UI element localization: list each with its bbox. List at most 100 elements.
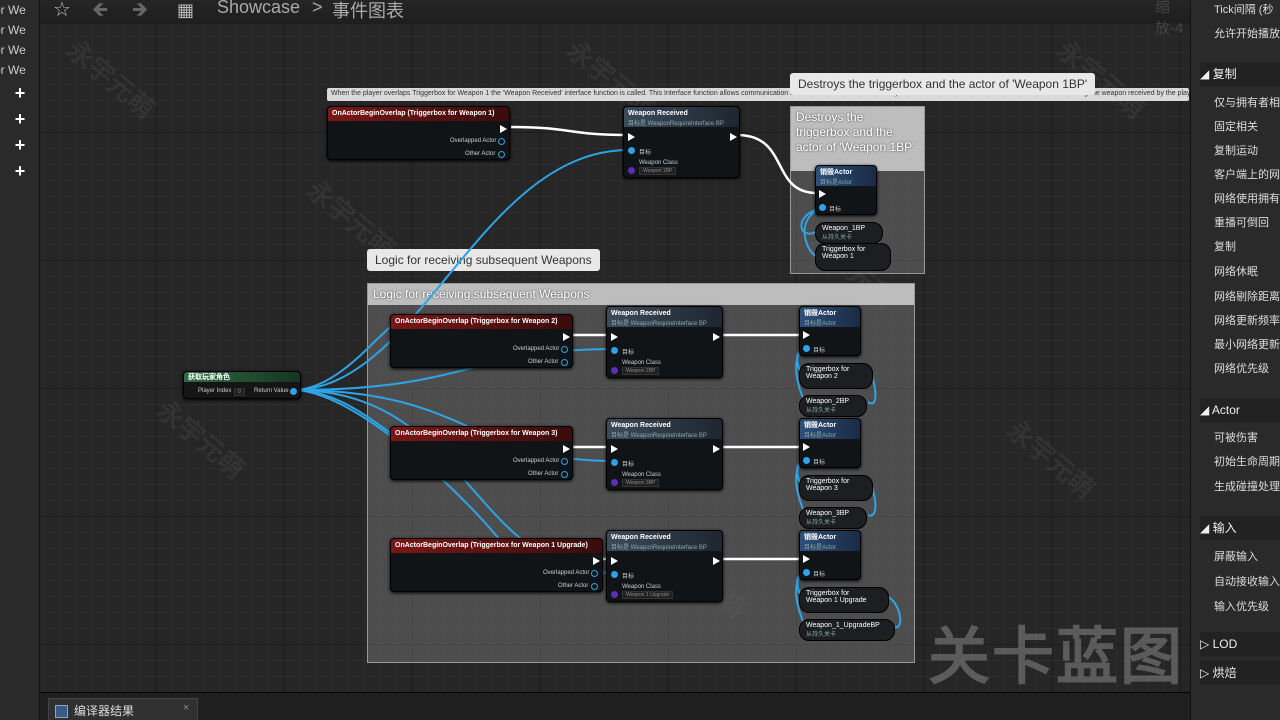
weapon3bp-ref-node[interactable]: Weapon_3BP 从持久关卡 [799, 507, 867, 529]
object-pin[interactable] [591, 570, 598, 577]
class-select[interactable]: Weapon 1BP [639, 167, 677, 175]
exec-in-pin[interactable] [803, 331, 810, 339]
add-button[interactable]: + [0, 106, 40, 132]
close-icon[interactable]: × [183, 702, 189, 714]
weapon-received-node-3[interactable]: Weapon Received 目标是 WeaponRequireInterfac… [606, 418, 723, 490]
property-label: 初始生命周期 [1214, 456, 1280, 468]
event-node-weapon2[interactable]: OnActorBeginOverlap (Triggerbox for Weap… [390, 314, 573, 368]
object-pin[interactable] [561, 359, 568, 366]
collapse-triangle-icon: ◢ [1200, 403, 1212, 417]
target-pin[interactable] [611, 347, 618, 354]
exec-in-pin[interactable] [611, 557, 618, 565]
section-input[interactable]: ◢ 输入 [1200, 516, 1280, 540]
class-select[interactable]: Weapon 1 Upgrade [622, 591, 674, 599]
player-index-input[interactable]: 0 [234, 388, 245, 396]
property-label: 仅与拥有者相 [1214, 97, 1280, 109]
target-pin[interactable] [803, 345, 810, 352]
section-replication[interactable]: ◢ 复制 [1200, 62, 1280, 86]
pin-label: Other Actor [465, 151, 496, 157]
class-pin[interactable] [611, 591, 618, 598]
target-pin[interactable] [611, 571, 618, 578]
pin-label: Overlapped Actor [513, 346, 560, 352]
destroy-actor-node-4[interactable]: 销毁Actor 目标是Actor 目标 [799, 530, 861, 580]
variables-strip: or We or We or We or We + + + + [0, 0, 40, 720]
exec-in-pin[interactable] [803, 555, 810, 563]
class-select[interactable]: Weapon 3BP [622, 479, 660, 487]
exec-out-pin[interactable] [713, 557, 720, 565]
back-arrow-icon[interactable]: 🡸 [92, 0, 108, 20]
triggerbox1-ref-node[interactable]: Triggerbox for Weapon 1 [815, 243, 891, 271]
exec-out-pin[interactable] [500, 125, 507, 133]
exec-in-pin[interactable] [611, 445, 618, 453]
add-button[interactable]: + [0, 132, 40, 158]
object-pin[interactable] [561, 346, 568, 353]
section-lod[interactable]: ▷ LOD [1200, 632, 1280, 656]
weapon-received-node-4[interactable]: Weapon Received 目标是 WeaponRequireInterfac… [606, 530, 723, 602]
object-pin[interactable] [561, 458, 568, 465]
variable-item[interactable]: or We [0, 20, 40, 40]
add-button[interactable]: + [0, 158, 40, 184]
destroy-comment-bubble[interactable]: Destroys the triggerbox and the actor of… [790, 73, 1096, 95]
class-select[interactable]: Weapon 2BP [622, 367, 660, 375]
get-player-character-node[interactable]: 获取玩家角色 Player Index 0 Return Value [183, 371, 301, 399]
triggerbox2-ref-node[interactable]: Triggerbox for Weapon 2 [799, 363, 873, 389]
property-label: 最小网络更新 [1214, 339, 1280, 351]
section-actor[interactable]: ◢ Actor [1200, 398, 1280, 422]
target-pin[interactable] [611, 459, 618, 466]
variable-item[interactable]: or We [0, 0, 40, 20]
object-pin[interactable] [561, 471, 568, 478]
section-bake[interactable]: ▷ 烘焙 [1200, 661, 1280, 685]
compiler-results-tab[interactable]: 编译器结果 × [48, 698, 198, 720]
exec-in-pin[interactable] [628, 133, 635, 141]
node-title: OnActorBeginOverlap (Triggerbox for Weap… [391, 539, 602, 553]
variable-item[interactable]: or We [0, 40, 40, 60]
return-pin[interactable] [290, 388, 297, 395]
node-title: OnActorBeginOverlap (Triggerbox for Weap… [391, 315, 572, 329]
object-pin[interactable] [591, 583, 598, 590]
node-subtitle: 目标是Actor [804, 545, 837, 551]
breadcrumb-root[interactable]: Showcase [217, 0, 300, 18]
exec-out-pin[interactable] [593, 557, 600, 565]
section-label: 复制 [1212, 67, 1237, 81]
class-pin[interactable] [628, 167, 635, 174]
destroy-actor-node-1[interactable]: 销毁Actor 目标是Actor 目标 [815, 165, 877, 215]
target-pin[interactable] [803, 569, 810, 576]
object-pin[interactable] [498, 151, 505, 158]
triggerbox-upgrade-ref-node[interactable]: Triggerbox for Weapon 1 Upgrade [799, 587, 889, 613]
weapon2bp-ref-node[interactable]: Weapon_2BP 从持久关卡 [799, 395, 867, 417]
breadcrumb-separator: > [312, 0, 323, 17]
event-node-weapon1[interactable]: OnActorBeginOverlap (Triggerbox for Weap… [327, 106, 510, 160]
star-icon[interactable]: ☆ [53, 0, 71, 20]
event-node-weapon3[interactable]: OnActorBeginOverlap (Triggerbox for Weap… [390, 426, 573, 480]
event-node-weapon1-upgrade[interactable]: OnActorBeginOverlap (Triggerbox for Weap… [390, 538, 603, 592]
target-pin[interactable] [819, 204, 826, 211]
weapon-received-node-1[interactable]: Weapon Received 目标是 WeaponRequireInterfac… [623, 106, 740, 178]
exec-out-pin[interactable] [713, 445, 720, 453]
logic-comment-bubble[interactable]: Logic for receiving subsequent Weapons [367, 249, 600, 271]
weapon1bp-ref-node[interactable]: Weapon_1BP 从持久关卡 [815, 222, 883, 244]
exec-out-pin[interactable] [730, 133, 737, 141]
weapon-upgrade-bp-ref-node[interactable]: Weapon_1_UpgradeBP 从持久关卡 [799, 619, 895, 641]
class-pin[interactable] [611, 479, 618, 486]
exec-out-pin[interactable] [563, 333, 570, 341]
object-pin[interactable] [498, 138, 505, 145]
destroy-actor-node-3[interactable]: 销毁Actor 目标是Actor 目标 [799, 418, 861, 468]
variable-item[interactable]: or We [0, 60, 40, 80]
class-pin[interactable] [611, 367, 618, 374]
exec-in-pin[interactable] [611, 333, 618, 341]
exec-in-pin[interactable] [803, 443, 810, 451]
add-button[interactable]: + [0, 80, 40, 106]
target-pin[interactable] [628, 147, 635, 154]
property-label: 复制 [1214, 241, 1236, 253]
weapon-received-node-2[interactable]: Weapon Received 目标是 WeaponRequireInterfac… [606, 306, 723, 378]
exec-out-pin[interactable] [713, 333, 720, 341]
forward-arrow-icon[interactable]: 🡺 [132, 0, 148, 20]
property-label: 复制运动 [1214, 145, 1258, 157]
exec-out-pin[interactable] [563, 445, 570, 453]
exec-in-pin[interactable] [819, 190, 826, 198]
triggerbox3-ref-node[interactable]: Triggerbox for Weapon 3 [799, 475, 873, 501]
node-title: OnActorBeginOverlap (Triggerbox for Weap… [391, 427, 572, 441]
property-label: 网络更新频率 [1214, 315, 1280, 327]
destroy-actor-node-2[interactable]: 销毁Actor 目标是Actor 目标 [799, 306, 861, 356]
target-pin[interactable] [803, 457, 810, 464]
